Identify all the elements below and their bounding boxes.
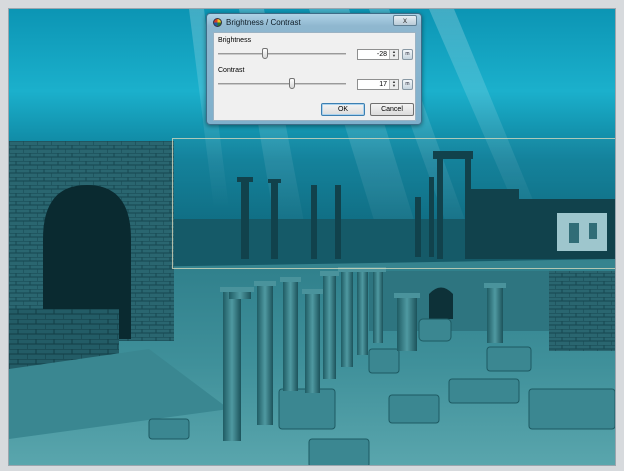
slider-thumb[interactable]	[289, 78, 295, 89]
column	[373, 271, 383, 343]
column-capital	[280, 277, 301, 282]
brightness-slider[interactable]	[218, 48, 346, 60]
close-icon: x	[403, 16, 407, 25]
column	[323, 275, 336, 379]
brightness-unit-button[interactable]: m	[402, 49, 413, 60]
column	[223, 291, 241, 441]
dialog-title: Brightness / Contrast	[226, 18, 301, 27]
palette-icon	[213, 18, 222, 27]
spin-arrows-icon[interactable]: ▲ ▼	[389, 80, 398, 89]
column-capital	[302, 289, 323, 294]
column	[283, 281, 298, 391]
image-canvas[interactable]: Brightness / Contrast x Brightness -28 ▲…	[8, 8, 616, 466]
cancel-button[interactable]: Cancel	[370, 103, 414, 116]
slider-track	[218, 53, 346, 55]
spin-arrows-icon[interactable]: ▲ ▼	[389, 50, 398, 59]
column	[397, 297, 417, 351]
column	[341, 271, 353, 367]
column-capital	[254, 281, 276, 286]
column	[229, 291, 251, 299]
unit-button-label: m	[405, 51, 410, 57]
brightness-label: Brightness	[218, 37, 252, 44]
unit-button-label: m	[405, 81, 410, 87]
column	[305, 293, 320, 393]
column	[257, 285, 273, 425]
column-capital	[320, 271, 339, 276]
contrast-value: 17	[379, 81, 387, 88]
slider-thumb[interactable]	[262, 48, 268, 59]
column-capital	[394, 293, 420, 298]
ok-button[interactable]: OK	[321, 103, 365, 116]
column-capital	[484, 283, 506, 288]
contrast-label: Contrast	[218, 67, 245, 74]
column-capital	[226, 287, 254, 292]
contrast-spinbox[interactable]: 17 ▲ ▼	[357, 79, 399, 90]
column	[487, 287, 503, 343]
brightness-spinbox[interactable]: -28 ▲ ▼	[357, 49, 399, 60]
slider-track	[218, 83, 346, 85]
brightness-contrast-dialog: Brightness / Contrast x Brightness -28 ▲…	[206, 13, 422, 125]
column	[357, 271, 368, 355]
contrast-slider[interactable]	[218, 78, 346, 90]
dialog-titlebar[interactable]: Brightness / Contrast x	[207, 14, 421, 31]
dialog-content: Brightness -28 ▲ ▼ m Contrast 17 ▲ ▼ m O…	[213, 32, 416, 121]
selection-marquee[interactable]	[172, 138, 615, 269]
brightness-value: -28	[376, 51, 387, 58]
contrast-unit-button[interactable]: m	[402, 79, 413, 90]
close-button[interactable]: x	[393, 15, 417, 26]
